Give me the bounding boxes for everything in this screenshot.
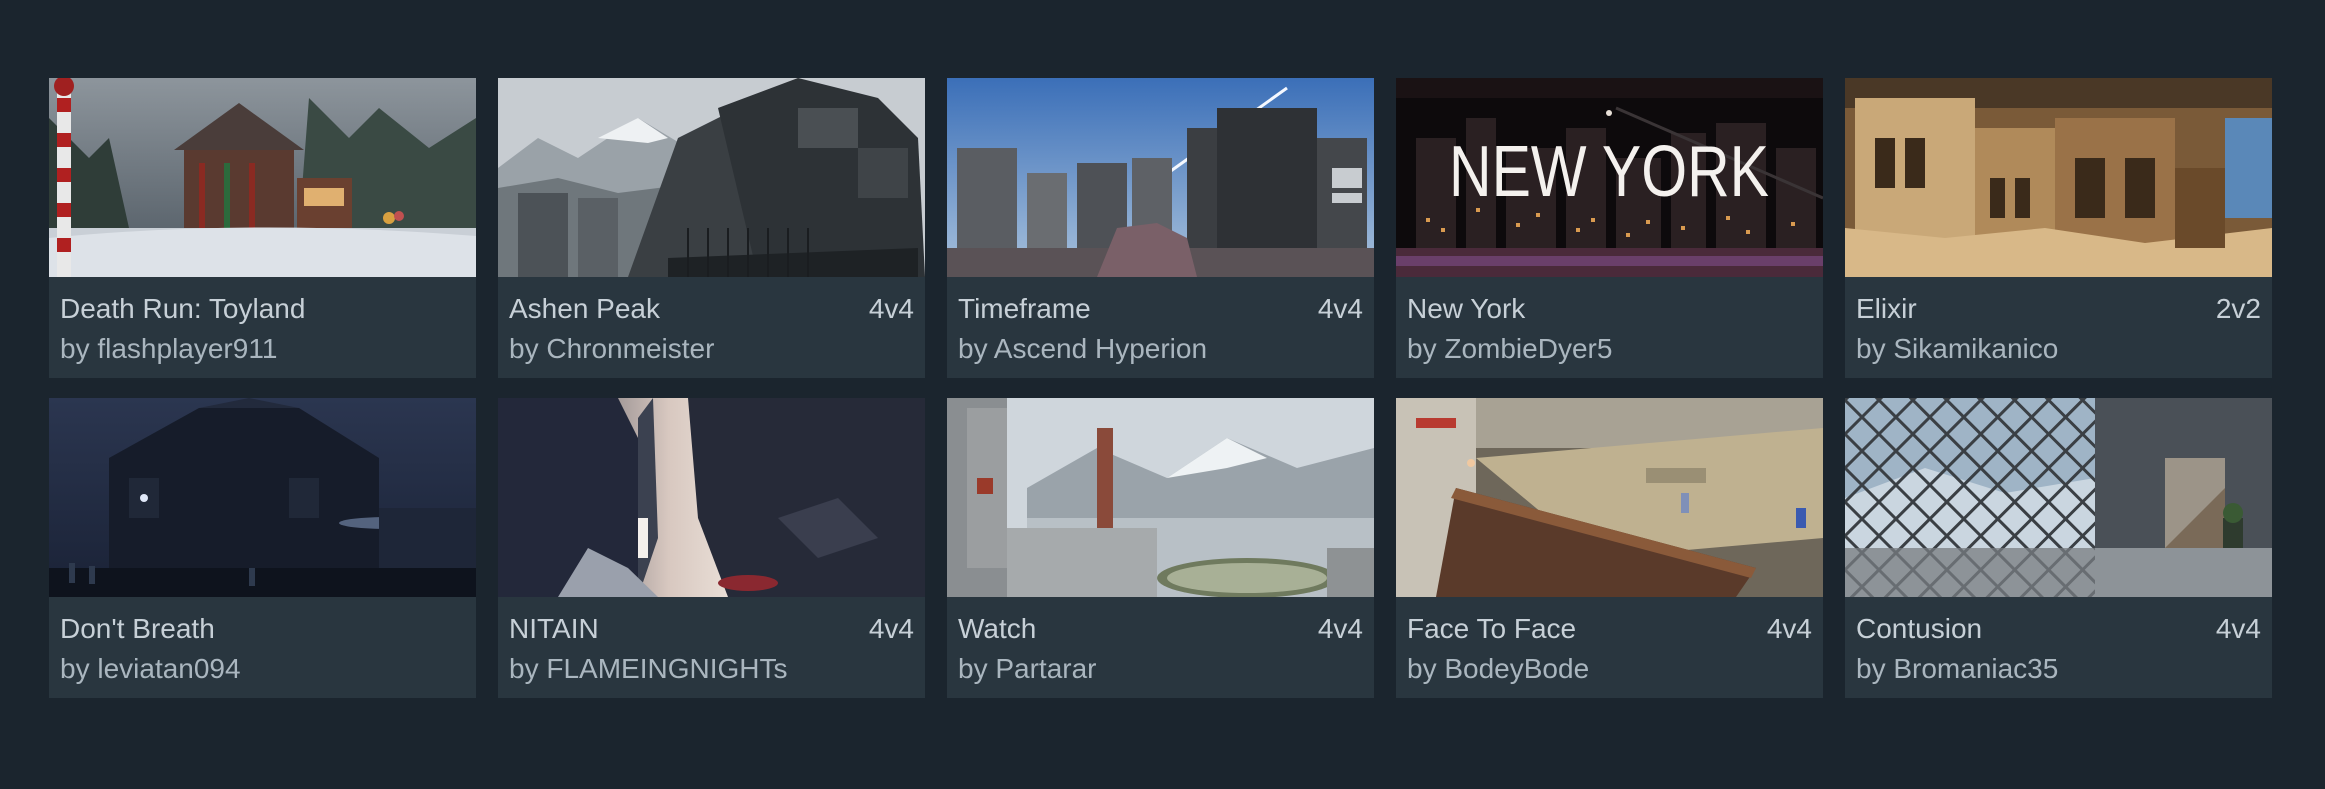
map-author: by Partarar	[958, 653, 1097, 684]
map-card[interactable]: Contusion by Bromaniac35 4v4	[1845, 398, 2272, 698]
map-mode-badge: 4v4	[2215, 613, 2261, 644]
map-mode-badge: 4v4	[868, 613, 914, 644]
map-info: Contusion by Bromaniac35 4v4	[1845, 597, 2272, 698]
map-author: by BodeyBode	[1407, 653, 1590, 684]
map-card[interactable]: Face To Face by BodeyBode 4v4	[1396, 398, 1823, 698]
map-card[interactable]: NEW YORK New York by ZombieDyer5	[1396, 78, 1823, 378]
map-thumbnail[interactable]	[1845, 398, 2272, 597]
map-thumbnail[interactable]	[1396, 398, 1823, 597]
map-author: by FLAMEINGNIGHTs	[509, 653, 788, 684]
map-info: New York by ZombieDyer5	[1396, 277, 1823, 378]
map-mode-badge: 4v4	[1317, 613, 1363, 644]
map-title: Ashen Peak	[509, 293, 660, 324]
map-thumbnail[interactable]	[49, 78, 476, 277]
map-mode-badge: 4v4	[1317, 293, 1363, 324]
map-card[interactable]: Watch by Partarar 4v4	[947, 398, 1374, 698]
map-info: Elixir by Sikamikanico 2v2	[1845, 277, 2272, 378]
map-title: Watch	[958, 613, 1037, 644]
map-grid: Death Run: Toyland by flashplayer911 Ash…	[49, 78, 2272, 698]
map-info: NITAIN by FLAMEINGNIGHTs 4v4	[498, 597, 925, 698]
map-title: Elixir	[1856, 293, 1917, 324]
map-card[interactable]: Elixir by Sikamikanico 2v2	[1845, 78, 2272, 378]
map-info: Don't Breath by leviatan094	[49, 597, 476, 698]
map-author: by Bromaniac35	[1856, 653, 2059, 684]
map-title: New York	[1407, 293, 1526, 324]
map-card[interactable]: Ashen Peak by Chronmeister 4v4	[498, 78, 925, 378]
map-info: Ashen Peak by Chronmeister 4v4	[498, 277, 925, 378]
map-thumbnail[interactable]	[498, 398, 925, 597]
map-info: Watch by Partarar 4v4	[947, 597, 1374, 698]
map-thumbnail[interactable]	[498, 78, 925, 277]
thumbnail-title-text: NEW YORK	[1449, 132, 1769, 212]
map-card[interactable]: Death Run: Toyland by flashplayer911	[49, 78, 476, 378]
map-author: by Ascend Hyperion	[958, 333, 1208, 364]
map-author: by flashplayer911	[60, 333, 278, 364]
map-info: Timeframe by Ascend Hyperion 4v4	[947, 277, 1374, 378]
map-card[interactable]: Don't Breath by leviatan094	[49, 398, 476, 698]
map-author: by Sikamikanico	[1856, 333, 2059, 364]
map-card[interactable]: NITAIN by FLAMEINGNIGHTs 4v4	[498, 398, 925, 698]
map-author: by Chronmeister	[509, 333, 715, 364]
map-author: by ZombieDyer5	[1407, 333, 1613, 364]
map-title: Don't Breath	[60, 613, 215, 644]
map-thumbnail[interactable]	[947, 78, 1374, 277]
map-mode-badge: 2v2	[2215, 293, 2261, 324]
map-info: Death Run: Toyland by flashplayer911	[49, 277, 476, 378]
map-title: Contusion	[1856, 613, 1983, 644]
map-card[interactable]: Timeframe by Ascend Hyperion 4v4	[947, 78, 1374, 378]
map-mode-badge: 4v4	[1766, 613, 1812, 644]
map-thumbnail[interactable]: NEW YORK	[1396, 78, 1823, 277]
map-title: Face To Face	[1407, 613, 1577, 644]
map-mode-badge: 4v4	[868, 293, 914, 324]
map-thumbnail[interactable]	[947, 398, 1374, 597]
map-info: Face To Face by BodeyBode 4v4	[1396, 597, 1823, 698]
map-title: Death Run: Toyland	[60, 293, 306, 324]
map-title: Timeframe	[958, 293, 1091, 324]
map-title: NITAIN	[509, 613, 599, 644]
map-author: by leviatan094	[60, 653, 241, 684]
map-thumbnail[interactable]	[1845, 78, 2272, 277]
map-thumbnail[interactable]	[49, 398, 476, 597]
